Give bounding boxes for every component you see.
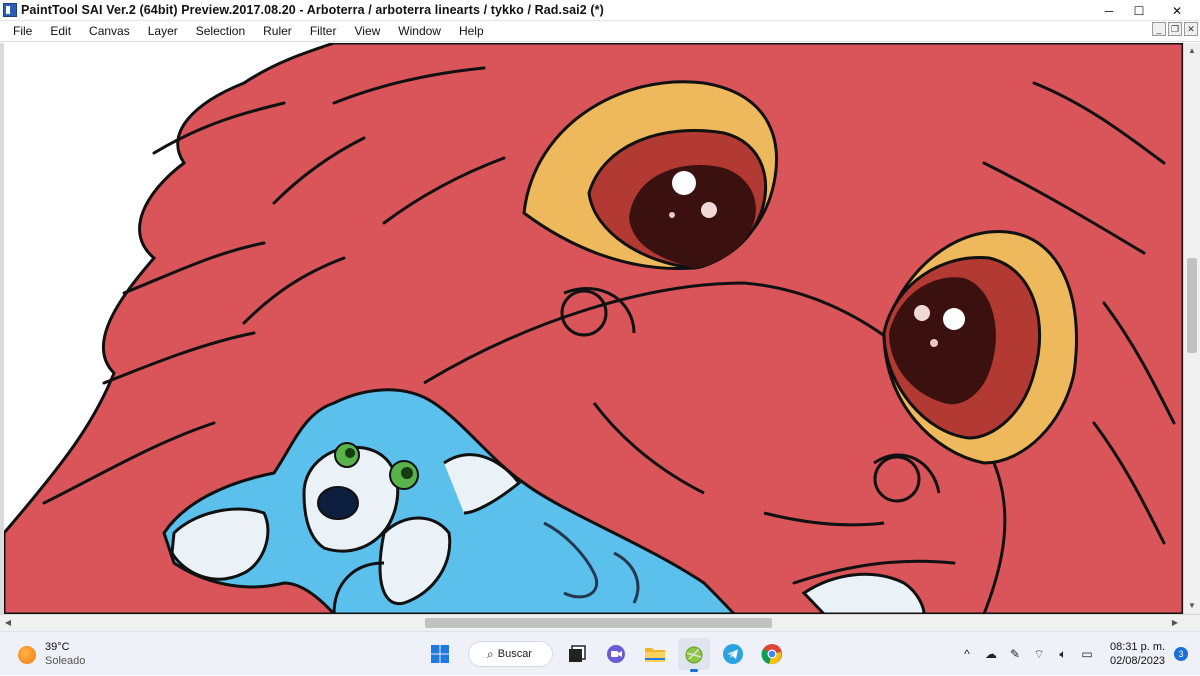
weather-description: Soleado [45, 655, 86, 667]
taskbar-apps: ⌕ Buscar [424, 638, 795, 672]
menu-file[interactable]: File [0, 21, 41, 42]
scroll-left-icon[interactable]: ◀ [0, 615, 16, 631]
document-window-controls: _ ❐ ✕ [1152, 22, 1198, 36]
wifi-icon[interactable]: ⌔ [1032, 647, 1046, 662]
doc-restore-button[interactable]: ❐ [1168, 22, 1182, 36]
clock-date: 02/08/2023 [1110, 655, 1166, 667]
chevron-up-icon[interactable]: ^ [960, 647, 974, 661]
minimize-button[interactable]: ─ [1094, 0, 1124, 21]
drawing-canvas[interactable] [0, 43, 1183, 614]
horizontal-scroll-thumb[interactable] [425, 618, 772, 628]
onedrive-sync-icon[interactable]: ☁ [984, 647, 998, 661]
telegram-icon[interactable] [717, 638, 749, 670]
close-button[interactable]: ✕ [1154, 0, 1200, 21]
windows-start-icon[interactable] [424, 638, 456, 670]
search-label: Buscar [497, 648, 532, 660]
weather-temperature: 39°C [45, 641, 70, 653]
battery-icon[interactable]: ▭ [1080, 647, 1094, 661]
volume-icon[interactable]: 🔈︎ [1056, 647, 1070, 662]
horizontal-scrollbar[interactable]: ◀ ▶ [0, 614, 1200, 631]
doc-close-button[interactable]: ✕ [1184, 22, 1198, 36]
maximize-button[interactable]: ☐ [1124, 0, 1154, 21]
title-bar: PaintTool SAI Ver.2 (64bit) Preview.2017… [0, 0, 1200, 21]
vertical-scroll-thumb[interactable] [1187, 258, 1197, 353]
artwork [4, 43, 1183, 614]
menu-bar: File Edit Canvas Layer Selection Ruler F… [0, 21, 1200, 42]
menu-edit[interactable]: Edit [41, 21, 80, 42]
search-icon: ⌕ [487, 646, 494, 661]
taskbar-clock[interactable]: 08:31 p. m. 02/08/2023 [1110, 640, 1165, 668]
file-explorer-icon[interactable] [639, 638, 671, 670]
menu-layer[interactable]: Layer [139, 21, 187, 42]
menu-canvas[interactable]: Canvas [80, 21, 139, 42]
task-view-icon[interactable] [561, 638, 593, 670]
menu-ruler[interactable]: Ruler [254, 21, 301, 42]
menu-view[interactable]: View [345, 21, 389, 42]
chrome-icon[interactable] [756, 638, 788, 670]
system-tray: ^ ☁ ✎ ⌔ 🔈︎ ▭ 08:31 p. m. 02/08/2023 3 [960, 632, 1189, 676]
windows-taskbar: 39°C Soleado ⌕ Buscar ^ ☁ ✎ ⌔ 🔈︎ ▭ 08:31… [0, 631, 1200, 675]
taskbar-search[interactable]: ⌕ Buscar [468, 641, 553, 667]
pen-icon[interactable]: ✎ [1008, 647, 1022, 661]
scroll-right-icon[interactable]: ▶ [1167, 615, 1183, 631]
doc-minimize-button[interactable]: _ [1152, 22, 1166, 36]
clock-time: 08:31 p. m. [1110, 641, 1166, 653]
menu-window[interactable]: Window [389, 21, 450, 42]
scroll-down-icon[interactable]: ▼ [1184, 598, 1200, 614]
sun-icon [18, 645, 36, 664]
window-controls: ─ ☐ ✕ [1094, 0, 1200, 21]
menu-filter[interactable]: Filter [301, 21, 346, 42]
menu-selection[interactable]: Selection [187, 21, 254, 42]
menu-help[interactable]: Help [450, 21, 493, 42]
app-icon [3, 3, 17, 17]
window-title: PaintTool SAI Ver.2 (64bit) Preview.2017… [21, 3, 604, 17]
notification-badge[interactable]: 3 [1174, 647, 1189, 661]
chat-icon[interactable] [600, 638, 632, 670]
painttool-sai-taskbar-icon[interactable] [678, 638, 710, 672]
scroll-up-icon[interactable]: ▲ [1184, 43, 1200, 59]
vertical-scrollbar[interactable]: ▲ ▼ [1183, 43, 1200, 614]
weather-widget[interactable]: 39°C Soleado [18, 641, 85, 668]
